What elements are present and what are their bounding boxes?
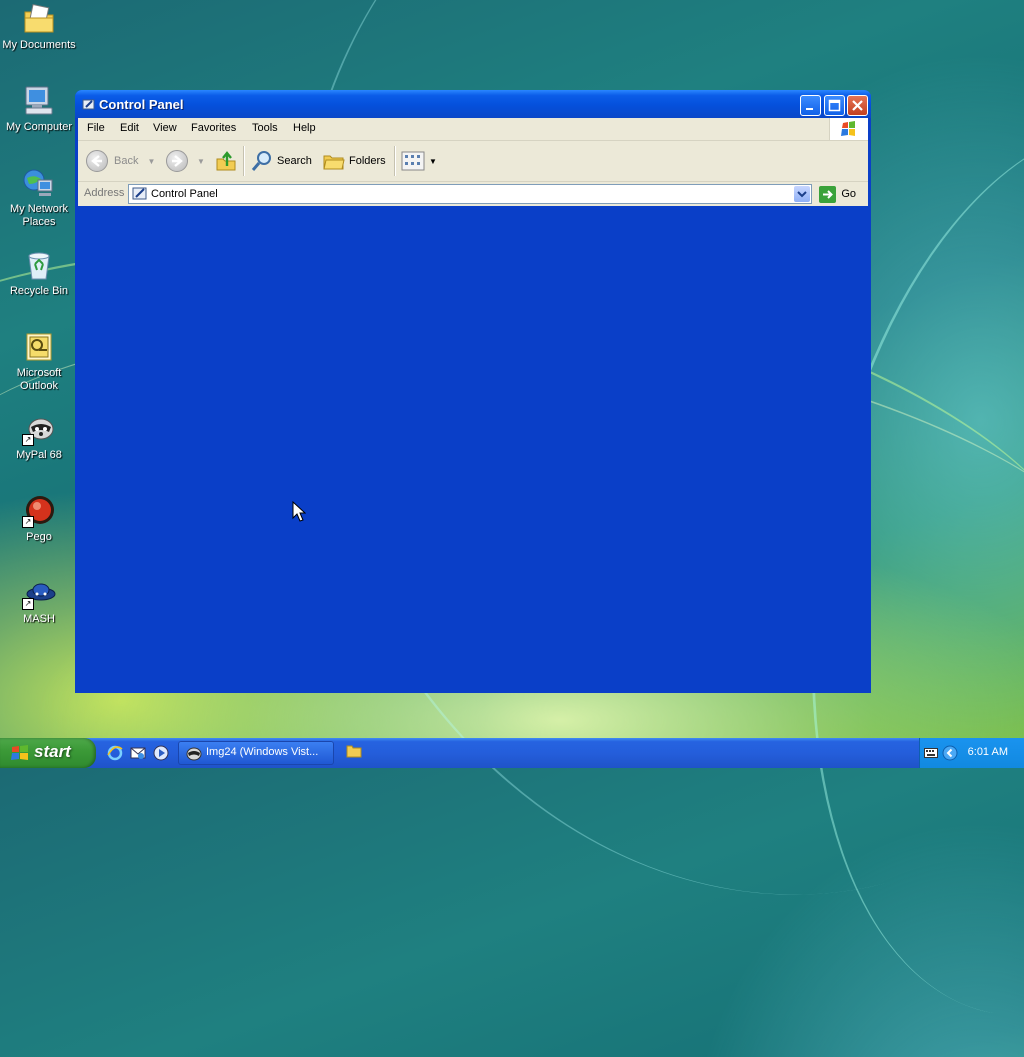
- outlook-icon: [22, 330, 56, 364]
- control-panel-window[interactable]: Control Panel File Edit View Favorites T…: [75, 90, 871, 693]
- toolbar-separator: [394, 146, 396, 176]
- mash-icon: ↗: [22, 576, 56, 610]
- start-button[interactable]: start: [0, 738, 96, 768]
- taskbar-task-img24[interactable]: Img24 (Windows Vist...: [178, 741, 334, 765]
- start-label: start: [34, 742, 71, 761]
- taskbar-task-label: Img24 (Windows Vist...: [206, 746, 319, 758]
- desktop-icon-label: My Network Places: [9, 203, 69, 228]
- desktop-icon-pego[interactable]: ↗ Pego: [0, 494, 78, 544]
- window-content-area[interactable]: [78, 205, 868, 690]
- desktop-icon-label: MASH: [23, 613, 55, 625]
- quicklaunch-media-player[interactable]: [153, 745, 169, 761]
- chevron-down-icon: ▼: [147, 156, 156, 166]
- mouse-cursor-icon: [292, 501, 306, 522]
- views-icon: [401, 151, 425, 171]
- desktop-icon-my-network-places[interactable]: My Network Places: [0, 166, 78, 229]
- search-icon: [251, 151, 271, 171]
- internet-explorer-icon: [107, 745, 123, 761]
- recycle-bin-icon: [22, 248, 56, 282]
- control-panel-icon: [132, 186, 148, 205]
- menu-edit[interactable]: Edit: [120, 122, 139, 134]
- desktop-icon-label: My Computer: [5, 121, 73, 133]
- go-label: Go: [841, 188, 856, 200]
- folders-button[interactable]: Folders: [322, 149, 386, 173]
- standard-toolbar: Back ▼ ▼ Search Folders ▼: [78, 141, 868, 182]
- forward-arrow-icon: [166, 150, 188, 172]
- go-arrow-icon: [819, 185, 837, 203]
- folder-icon: [346, 745, 362, 758]
- views-button[interactable]: ▼: [401, 149, 437, 173]
- mypal-icon: [186, 747, 202, 761]
- desktop-icon-recycle-bin[interactable]: Recycle Bin: [0, 248, 78, 298]
- menu-bar: File Edit View Favorites Tools Help: [78, 118, 868, 141]
- quicklaunch-outlook-express[interactable]: [130, 745, 146, 761]
- address-input[interactable]: Control Panel: [128, 184, 812, 204]
- desktop-icon-my-computer[interactable]: My Computer: [0, 84, 78, 134]
- maximize-button[interactable]: [824, 95, 845, 116]
- shortcut-arrow-icon: ↗: [22, 516, 34, 528]
- desktop-icon-label: MyPal 68: [16, 449, 62, 461]
- mypal-icon: ↗: [22, 412, 56, 446]
- menu-file[interactable]: File: [87, 122, 105, 134]
- my-computer-icon: [22, 84, 56, 118]
- folders-icon: [323, 155, 345, 170]
- shortcut-arrow-icon: ↗: [22, 598, 34, 610]
- taskbar: start Img24 (Windows Vist... 6:01 AM: [0, 738, 1024, 768]
- show-hidden-icons-button[interactable]: [942, 745, 958, 761]
- up-folder-icon: [216, 151, 236, 171]
- pego-icon: ↗: [22, 494, 56, 528]
- desktop-icon-mypal[interactable]: ↗ MyPal 68: [0, 412, 78, 462]
- clock[interactable]: 6:01 AM: [968, 746, 1008, 758]
- media-player-icon: [153, 745, 169, 761]
- window-titlebar[interactable]: Control Panel: [75, 90, 871, 118]
- menu-favorites[interactable]: Favorites: [191, 122, 236, 134]
- chevron-down-icon: ▼: [429, 156, 437, 166]
- minimize-icon: [806, 108, 813, 110]
- search-label: Search: [277, 155, 312, 167]
- control-panel-icon: [82, 98, 96, 111]
- back-arrow-icon: [86, 150, 108, 172]
- maximize-icon: [828, 99, 841, 112]
- keyboard-icon[interactable]: [924, 747, 938, 759]
- desktop-icon-label: Microsoft Outlook: [16, 367, 62, 392]
- windows-logo-icon: [829, 118, 868, 140]
- back-label: Back: [114, 155, 139, 167]
- address-bar: Address Control Panel Go: [78, 182, 868, 206]
- go-button[interactable]: Go: [819, 185, 856, 203]
- chevron-down-icon: [797, 191, 807, 198]
- address-dropdown-button[interactable]: [794, 186, 810, 202]
- windows-flag-icon: [11, 745, 28, 760]
- chevron-down-icon: ▼: [197, 156, 205, 166]
- desktop-icon-label: Recycle Bin: [9, 285, 69, 297]
- address-value: Control Panel: [151, 188, 218, 200]
- my-network-places-icon: [22, 166, 56, 200]
- outlook-express-icon: [130, 747, 146, 759]
- desktop-icon-label: My Documents: [2, 39, 76, 51]
- close-icon: [852, 100, 863, 111]
- desktop-icon-mash[interactable]: ↗ MASH: [0, 576, 78, 626]
- menu-tools[interactable]: Tools: [252, 122, 278, 134]
- back-button[interactable]: Back ▼: [86, 149, 155, 173]
- shortcut-arrow-icon: ↗: [22, 434, 34, 446]
- menu-help[interactable]: Help: [293, 122, 316, 134]
- toolbar-separator: [243, 146, 245, 176]
- my-documents-icon: [22, 2, 56, 36]
- address-label: Address: [84, 187, 125, 199]
- up-folder-button[interactable]: [215, 149, 237, 173]
- forward-button[interactable]: ▼: [166, 149, 205, 173]
- minimize-button[interactable]: [800, 95, 821, 116]
- close-button[interactable]: [847, 95, 868, 116]
- window-title: Control Panel: [99, 97, 184, 112]
- system-tray: 6:01 AM: [919, 738, 1024, 768]
- desktop-icon-my-documents[interactable]: My Documents: [0, 2, 78, 52]
- menu-view[interactable]: View: [153, 122, 177, 134]
- taskbar-task-folder[interactable]: [346, 744, 362, 758]
- quicklaunch-ie[interactable]: [107, 745, 123, 761]
- search-button[interactable]: Search: [250, 149, 312, 173]
- folders-label: Folders: [349, 155, 386, 167]
- desktop-icon-label: Pego: [26, 531, 52, 543]
- desktop-icon-microsoft-outlook[interactable]: Microsoft Outlook: [0, 330, 78, 393]
